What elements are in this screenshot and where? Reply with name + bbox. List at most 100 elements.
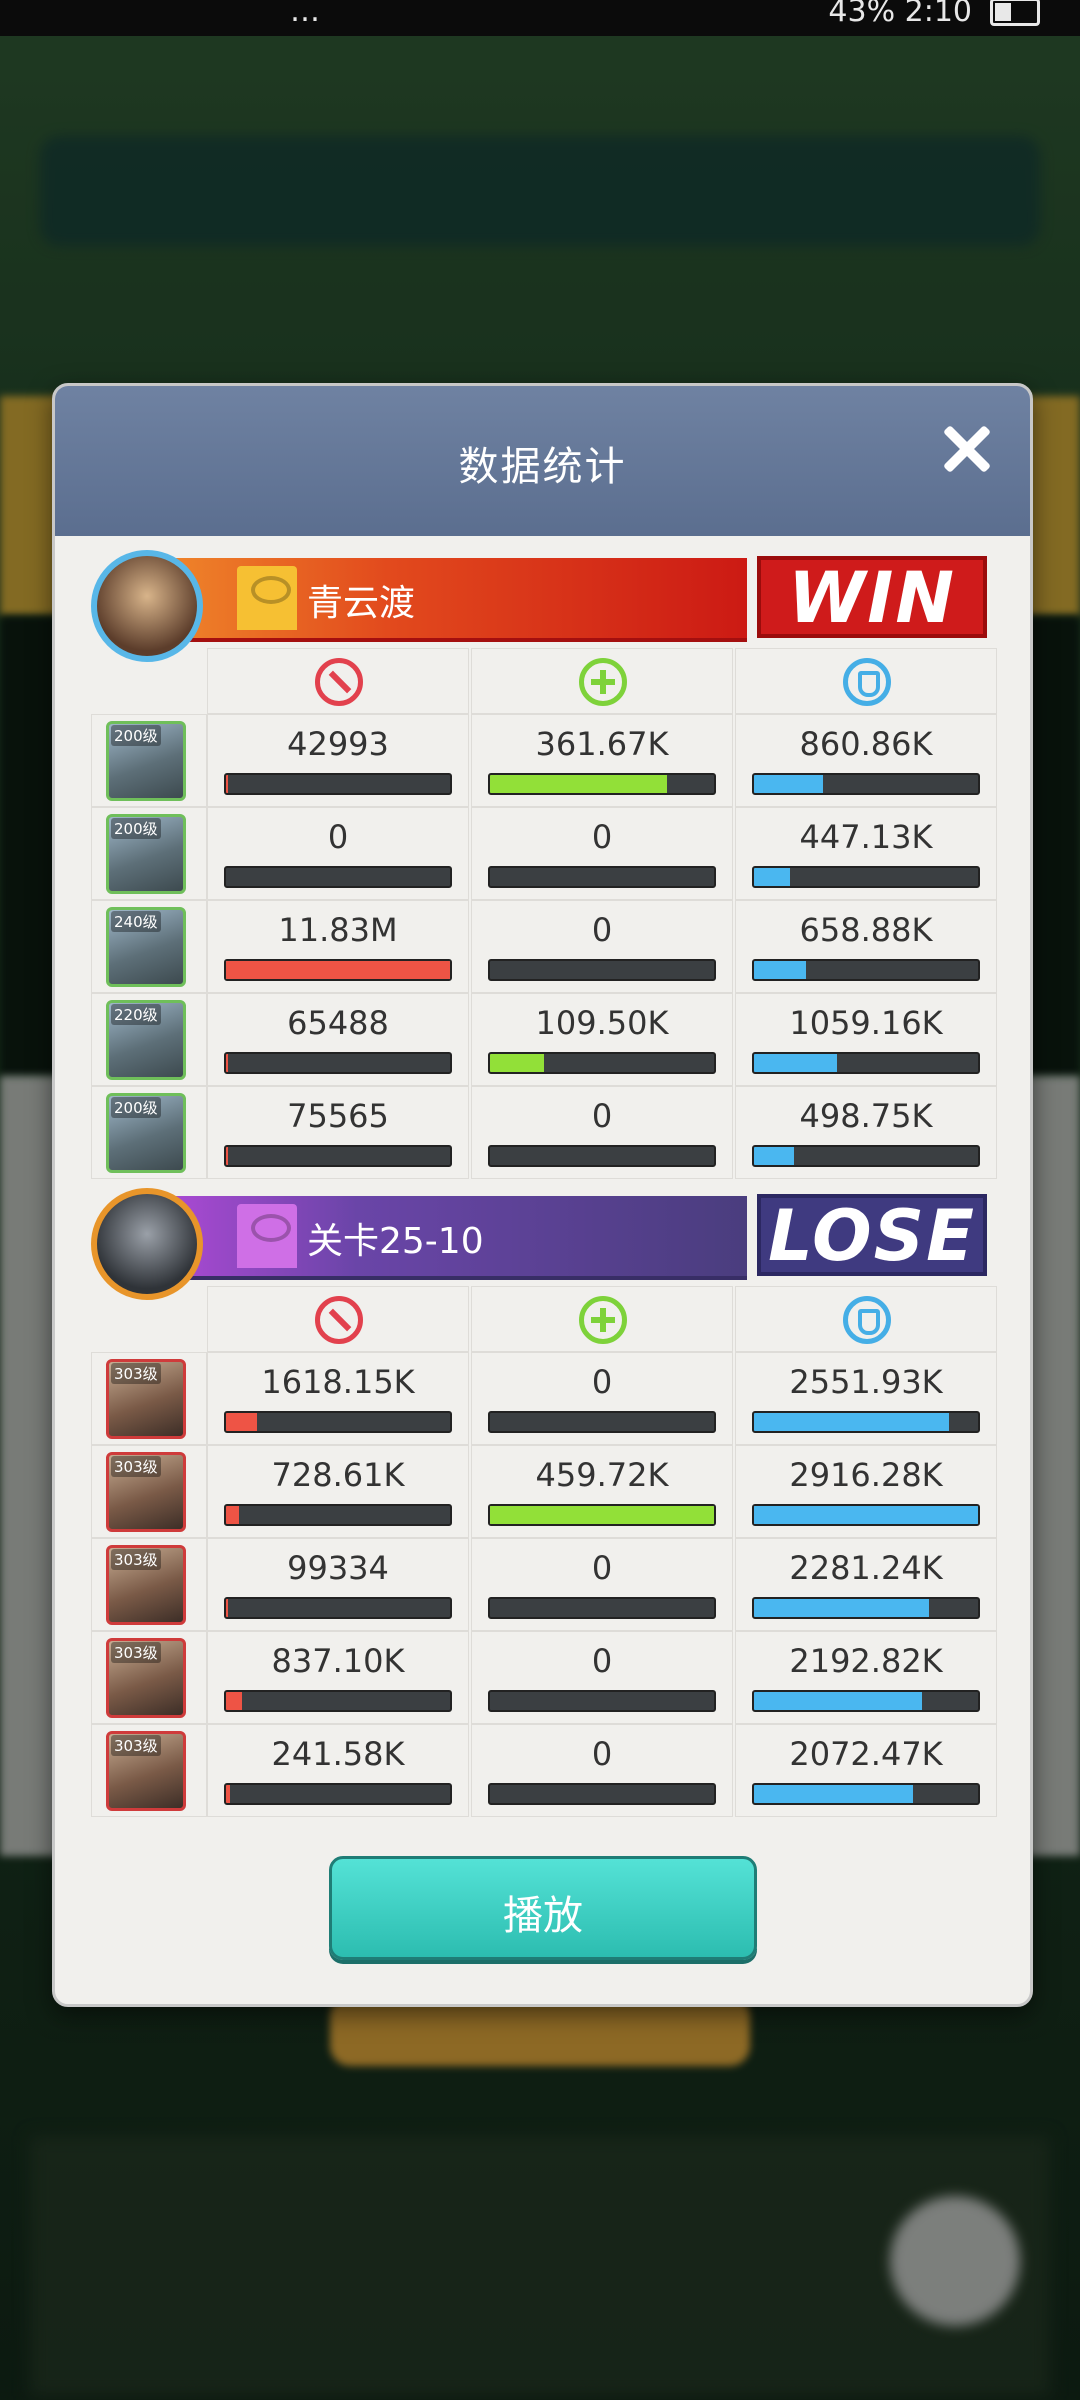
damage-value: 99334 [287,1549,389,1587]
damage-bar-fill [226,775,229,793]
hero-portrait[interactable]: 200级 [106,814,186,894]
heal-cell: 0 [471,1086,733,1179]
damage-value: 1618.15K [261,1363,415,1401]
shield-cell: 658.88K [735,900,997,993]
damage-bar-fill [226,1785,231,1803]
shield-value: 1059.16K [789,1004,943,1042]
close-icon[interactable] [934,416,1000,482]
damage-bar [224,1597,452,1619]
hero-portrait[interactable]: 240级 [106,907,186,987]
heal-value: 361.67K [535,725,669,763]
play-button[interactable]: 播放 [329,1856,757,1960]
heal-bar [488,1052,716,1074]
hero-portrait[interactable]: 200级 [106,1093,186,1173]
hero-cell: 200级 [91,807,207,900]
shield-value: 2072.47K [789,1735,943,1773]
hero-cell: 220级 [91,993,207,1086]
hero-level: 303级 [111,1456,161,1477]
shield-value: 658.88K [799,911,933,949]
damage-value: 65488 [287,1004,389,1042]
hero-portrait[interactable]: 303级 [106,1545,186,1625]
hero-portrait[interactable]: 303级 [106,1731,186,1811]
heal-cell: 0 [471,1724,733,1817]
heal-bar [488,1690,716,1712]
heal-cell: 0 [471,1631,733,1724]
damage-bar [224,1783,452,1805]
heal-cell: 0 [471,1352,733,1445]
heal-bar-fill [490,1054,544,1072]
shield-bar-fill [754,961,806,979]
hero-row: 240级 11.83M 0 658.88K [91,900,997,993]
heal-value: 0 [591,1642,613,1680]
dialog-header: 数据统计 [55,386,1030,536]
team-banner-player: 青云渡 WIN [91,550,989,662]
team-name-bar: 青云渡 [147,558,747,642]
hero-portrait[interactable]: 220级 [106,1000,186,1080]
damage-cell: 99334 [207,1538,469,1631]
damage-value: 728.61K [271,1456,405,1494]
hero-level: 200级 [111,818,161,839]
heal-value: 0 [591,1549,613,1587]
hero-level: 200级 [111,1097,161,1118]
shield-bar-fill [754,1599,929,1617]
shield-icon [843,1296,891,1344]
heal-bar [488,1504,716,1526]
damage-cell: 42993 [207,714,469,807]
shield-value: 2192.82K [789,1642,943,1680]
hero-portrait[interactable]: 303级 [106,1359,186,1439]
damage-bar-fill [226,1147,229,1165]
enemy-avatar [91,1188,203,1300]
heal-bar [488,959,716,981]
shield-bar-fill [754,1692,922,1710]
hero-portrait[interactable]: 303级 [106,1452,186,1532]
damage-value: 42993 [287,725,389,763]
hero-portrait[interactable]: 200级 [106,721,186,801]
result-badge-win: WIN [757,556,987,638]
shield-value: 2281.24K [789,1549,943,1587]
hero-row: 200级 42993 361.67K 860.86K [91,714,997,807]
heal-bar-fill [490,1506,714,1524]
heal-value: 0 [591,818,613,856]
result-text: WIN [788,557,956,639]
shield-value: 860.86K [799,725,933,763]
hero-cell: 303级 [91,1631,207,1724]
hero-cell: 200级 [91,1086,207,1179]
status-bar: … 43% 2:10 [0,0,1080,36]
heal-bar [488,1597,716,1619]
shield-value: 498.75K [799,1097,933,1135]
heal-value: 459.72K [535,1456,669,1494]
shield-bar [752,1052,980,1074]
damage-header [207,1286,469,1352]
damage-bar [224,1504,452,1526]
heal-value: 0 [591,1735,613,1773]
shield-value: 447.13K [799,818,933,856]
heal-header [471,1286,733,1352]
hero-row: 200级 0 0 447.13K [91,807,997,900]
shield-bar [752,1504,980,1526]
hero-row: 303级 1618.15K 0 2551.93K [91,1352,997,1445]
hero-row: 200级 75565 0 498.75K [91,1086,997,1179]
team-banner-enemy: 关卡25-10 LOSE [91,1188,989,1300]
shield-bar-fill [754,1506,978,1524]
shield-header [735,648,997,714]
heal-bar [488,1145,716,1167]
heal-cell: 0 [471,1538,733,1631]
damage-cell: 241.58K [207,1724,469,1817]
battery-icon [990,0,1040,26]
heal-icon [579,658,627,706]
hero-cell: 303级 [91,1538,207,1631]
heal-cell: 459.72K [471,1445,733,1538]
heal-bar-fill [490,775,667,793]
damage-bar-fill [226,1506,240,1524]
shield-cell: 447.13K [735,807,997,900]
damage-bar [224,1411,452,1433]
hero-portrait[interactable]: 303级 [106,1638,186,1718]
shield-bar-fill [754,1054,837,1072]
status-bar-time: 43% 2:10 [828,0,972,29]
shield-bar [752,1597,980,1619]
damage-cell: 837.10K [207,1631,469,1724]
hero-level: 303级 [111,1642,161,1663]
dialog-title: 数据统计 [458,444,627,490]
damage-bar-fill [226,1413,258,1431]
damage-bar [224,1145,452,1167]
